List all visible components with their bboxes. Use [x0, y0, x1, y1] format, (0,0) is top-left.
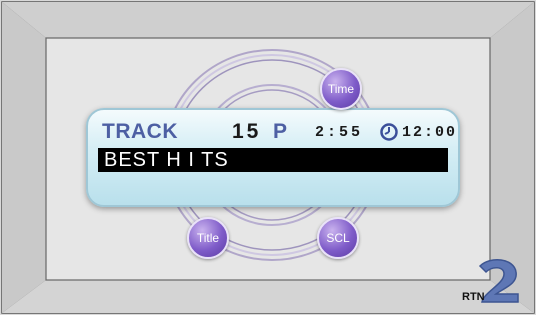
scl-button[interactable]: SCL	[317, 217, 359, 259]
time-button[interactable]: Time	[320, 68, 362, 110]
title-bar: BEST H I TS	[98, 148, 448, 172]
clock-time: 12:00	[402, 124, 458, 141]
elapsed-time: 2:55	[315, 124, 364, 141]
title-button[interactable]: Title	[187, 217, 229, 259]
status-row: TRACK 15 P 2:55 12:00	[100, 120, 455, 144]
display-panel: TRACK 15 P 2:55 12:00 BEST H I TS	[86, 108, 460, 207]
clock-icon	[380, 123, 398, 141]
rtn-label[interactable]: RTN	[462, 291, 485, 303]
preset-indicator: P	[273, 120, 288, 143]
track-label: TRACK	[102, 120, 178, 143]
track-title: BEST H I TS	[104, 149, 229, 171]
track-number: 15	[232, 120, 262, 143]
